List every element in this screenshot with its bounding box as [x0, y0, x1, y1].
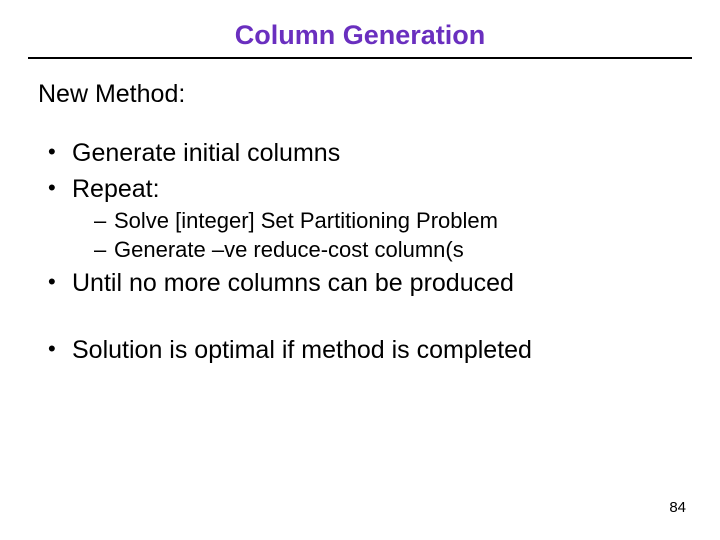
sub-bullet-text: Generate –ve reduce-cost column(s [114, 237, 464, 262]
bullet-text: Repeat: [72, 175, 160, 203]
slide-title: Column Generation [0, 0, 720, 57]
bullet-list-2: Solution is optimal if method is complet… [44, 335, 682, 366]
sub-bullet-list: Solve [integer] Set Partitioning Problem… [94, 207, 682, 264]
sub-bullet-text: Solve [integer] Set Partitioning Problem [114, 208, 498, 233]
page-number: 84 [669, 499, 686, 516]
bullet-text: Generate initial columns [72, 139, 340, 167]
subtitle: New Method: [38, 79, 682, 110]
slide: Column Generation New Method: Generate i… [0, 0, 720, 540]
bullet-item: Generate initial columns [44, 138, 682, 169]
sub-bullet-item: Solve [integer] Set Partitioning Problem [94, 207, 682, 235]
bullet-text: Solution is optimal if method is complet… [72, 336, 532, 364]
slide-body: New Method: Generate initial columns Rep… [0, 59, 720, 366]
bullet-text: Until no more columns can be produced [72, 269, 514, 297]
bullet-list: Generate initial columns Repeat: Solve [… [44, 138, 682, 299]
spacer [38, 303, 682, 331]
bullet-item: Solution is optimal if method is complet… [44, 335, 682, 366]
sub-bullet-item: Generate –ve reduce-cost column(s [94, 236, 682, 264]
bullet-item: Until no more columns can be produced [44, 268, 682, 299]
bullet-item: Repeat: Solve [integer] Set Partitioning… [44, 174, 682, 264]
